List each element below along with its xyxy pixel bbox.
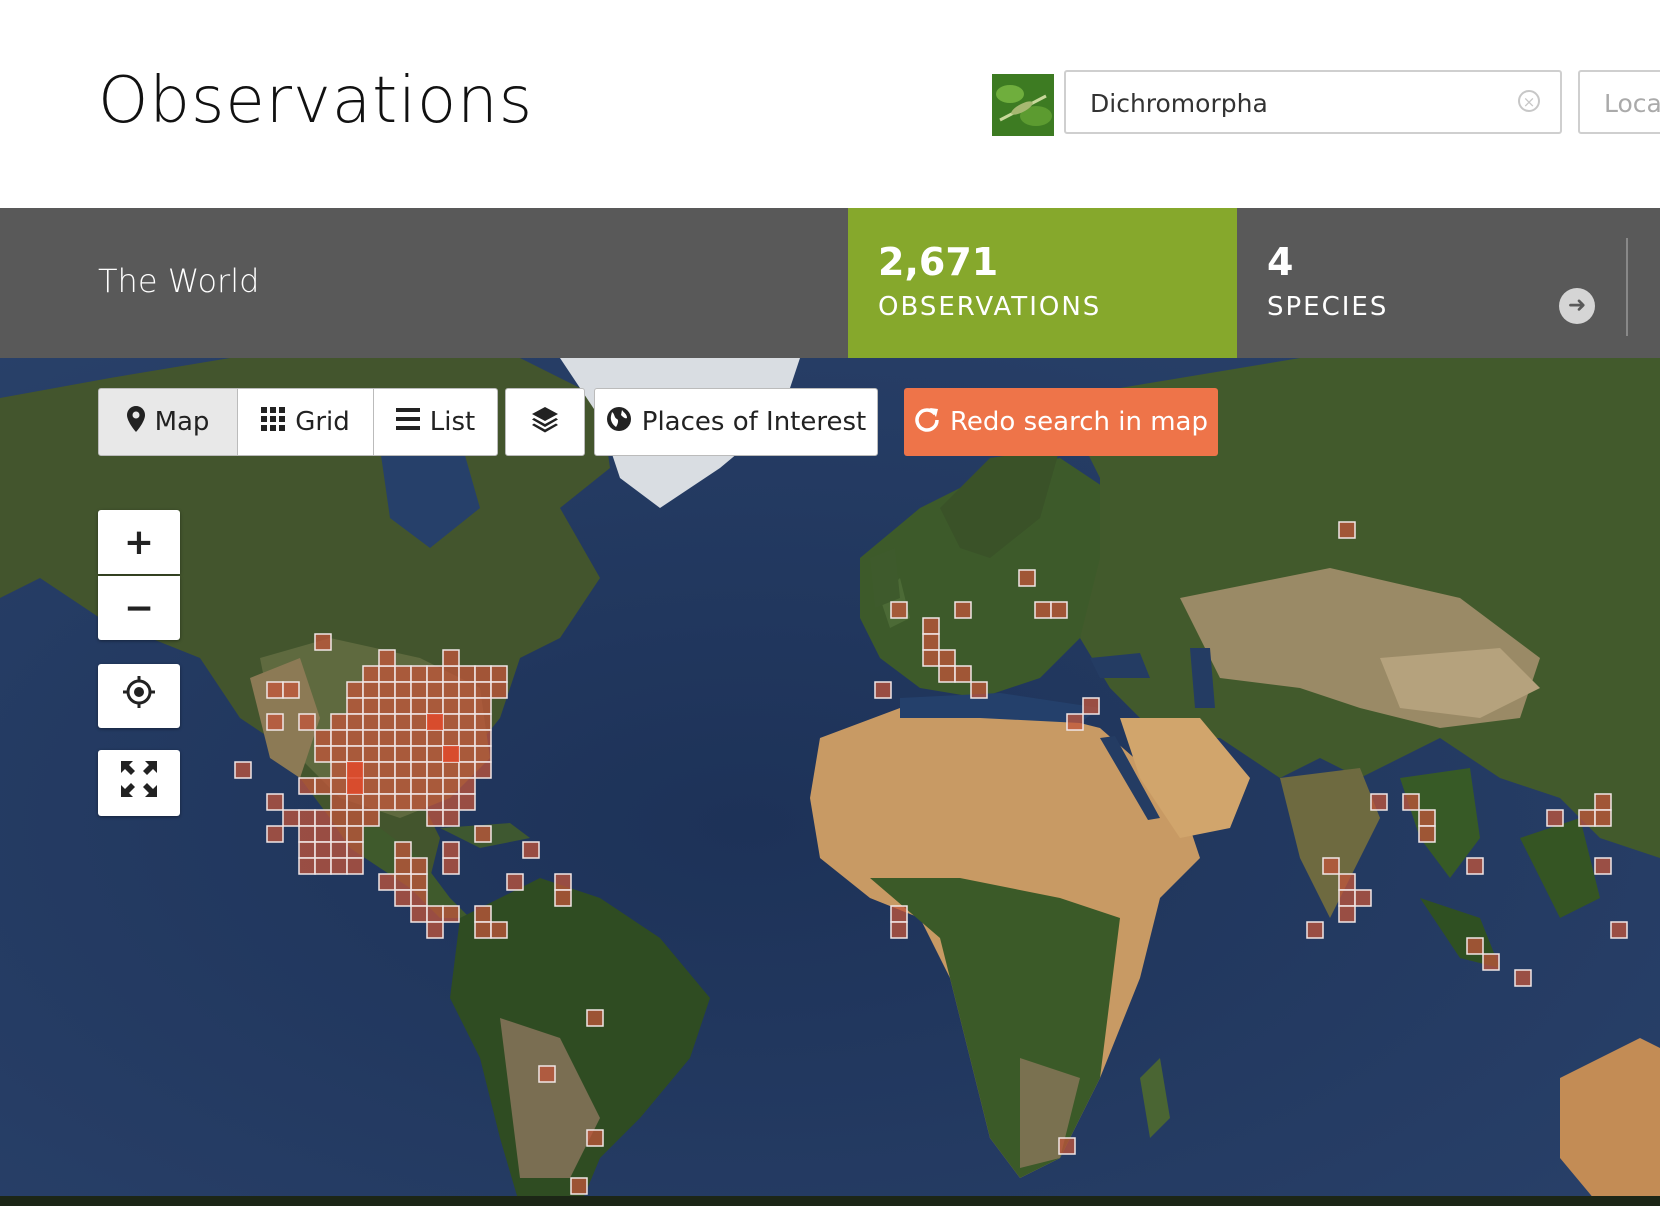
refresh-icon xyxy=(914,406,940,439)
plus-icon: + xyxy=(123,521,155,563)
locate-me-button[interactable] xyxy=(98,664,180,728)
stat-divider xyxy=(1626,238,1628,336)
taxon-photo[interactable] xyxy=(992,74,1054,136)
list-view-button[interactable]: List xyxy=(373,388,498,456)
redo-search-label: Redo search in map xyxy=(950,407,1208,437)
species-label: SPECIES xyxy=(1267,292,1389,322)
places-of-interest-label: Places of Interest xyxy=(641,407,867,437)
grid-icon xyxy=(261,406,286,438)
redo-search-button[interactable]: Redo search in map xyxy=(904,388,1218,456)
observations-count: 2,671 xyxy=(878,240,999,284)
map-view[interactable] xyxy=(0,358,1660,1206)
grid-view-label: Grid xyxy=(295,407,350,437)
map-view-button[interactable]: Map xyxy=(98,388,238,456)
page-header: Observations Dichromorpha × Locat xyxy=(0,0,1660,208)
layers-button[interactable] xyxy=(505,388,585,456)
list-view-label: List xyxy=(429,407,476,437)
observations-stat[interactable]: 2,671 OBSERVATIONS xyxy=(848,208,1237,358)
location-search-input[interactable]: Locat xyxy=(1578,70,1660,134)
location-placeholder: Locat xyxy=(1604,89,1660,118)
observations-label: OBSERVATIONS xyxy=(878,292,1102,322)
fullscreen-button[interactable] xyxy=(98,750,180,816)
places-of-interest-button[interactable]: Places of Interest xyxy=(594,388,878,456)
zoom-out-button[interactable]: − xyxy=(98,576,180,640)
map-view-label: Map xyxy=(154,407,210,437)
grid-view-button[interactable]: Grid xyxy=(237,388,374,456)
species-stat[interactable]: 4 SPECIES ➜ xyxy=(1237,208,1627,358)
zoom-in-button[interactable]: + xyxy=(98,510,180,574)
globe-icon xyxy=(606,406,632,439)
layers-icon xyxy=(531,405,559,440)
world-map xyxy=(0,358,1660,1206)
list-icon xyxy=(395,407,420,437)
arrow-right-icon[interactable]: ➜ xyxy=(1559,288,1595,324)
crosshair-icon xyxy=(123,675,155,717)
taxon-search-input[interactable]: Dichromorpha × xyxy=(1064,70,1562,134)
stats-bar: The World 2,671 OBSERVATIONS 4 SPECIES ➜ xyxy=(0,208,1660,358)
page-title: Observations xyxy=(98,64,534,138)
expand-icon xyxy=(121,760,157,806)
bottom-strip xyxy=(0,1196,1660,1206)
minus-icon: − xyxy=(123,587,155,629)
place-name: The World xyxy=(98,262,260,300)
taxon-search-value: Dichromorpha xyxy=(1090,89,1268,118)
clear-icon[interactable]: × xyxy=(1518,90,1540,112)
species-count: 4 xyxy=(1267,240,1294,284)
map-marker-icon xyxy=(126,405,145,439)
